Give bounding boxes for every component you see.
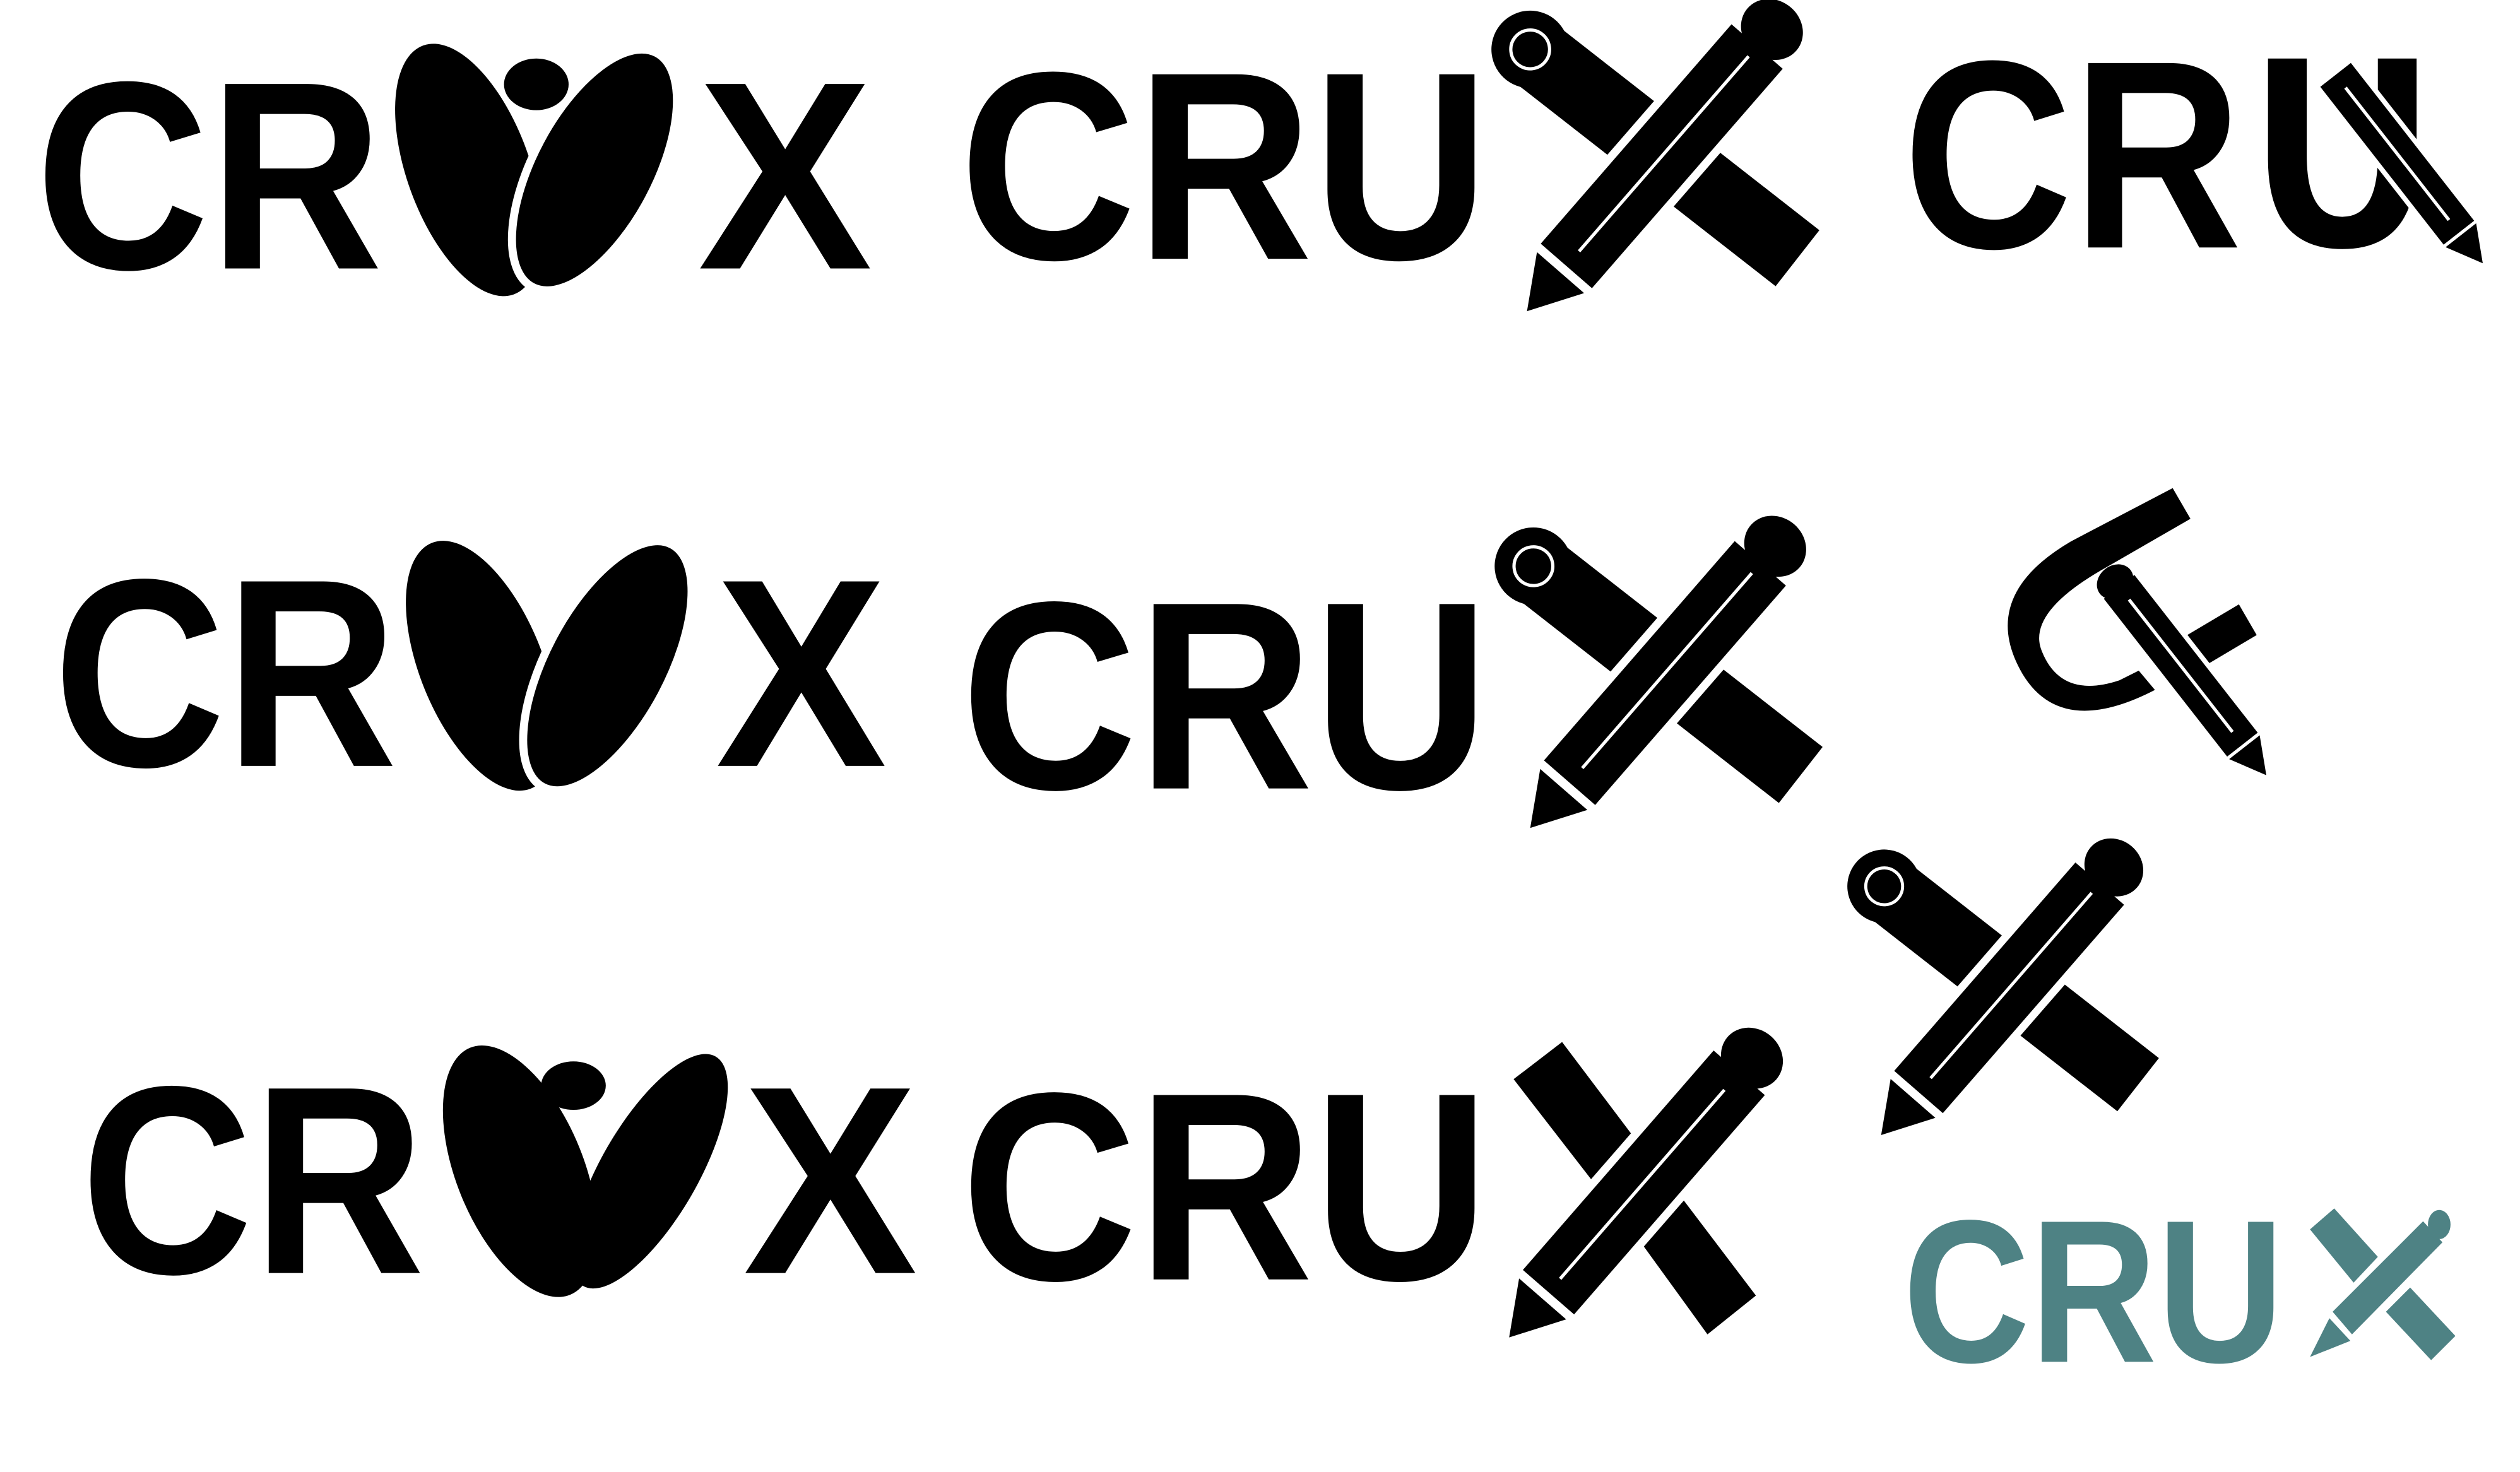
logo-letters-cru: CRU xyxy=(959,16,1489,316)
logo-letters-cru: CRU xyxy=(961,546,1489,846)
teal-pencil-x-icon xyxy=(2310,1208,2456,1360)
logo-letter-x: X xyxy=(743,1031,918,1331)
logo-teal-wordmark: CRU xyxy=(1903,1178,2456,1405)
logo-letters-cr: CR xyxy=(81,1031,425,1331)
logo-pencil-bars: CRU xyxy=(961,1027,1784,1345)
logo-letter-x: X xyxy=(716,524,888,823)
u-pencil-icon xyxy=(2268,54,2483,264)
pencil-bars-x-icon xyxy=(1503,1027,1784,1345)
logo-rough-pencil-scroll xyxy=(1833,820,2162,1164)
logo-leaves-open: CR X xyxy=(81,1031,919,1331)
logo-letters-cr: CR xyxy=(35,26,382,326)
logo-pencil-scroll-large: CRU xyxy=(961,497,1826,859)
pencil-scroll-x-icon xyxy=(1476,0,1823,342)
logo-pencil-scroll: CRU xyxy=(959,0,1823,342)
logo-letters-cru: CRU xyxy=(961,1037,1489,1337)
logo-letters-cr: CR xyxy=(53,524,397,823)
leaves-icon xyxy=(435,1037,728,1305)
logo-sheet: CR X CRU CR CR X CRU CR X CRU CRU xyxy=(35,0,2483,1405)
logo-g-pencil-mark xyxy=(2008,488,2267,775)
pencil-scroll-x-icon xyxy=(1479,497,1826,859)
pencil-icon xyxy=(2096,564,2267,775)
logo-letters-cru: CRU xyxy=(1903,1178,2284,1405)
leaf-heart-icon xyxy=(395,44,682,297)
rough-pencil-scroll-x-icon xyxy=(1833,820,2162,1164)
logo-pencil-in-u: CR xyxy=(1903,5,2483,305)
logo-letters-cr: CR xyxy=(1903,5,2242,305)
logo-leaves-large: CR X xyxy=(53,524,888,823)
leaves-icon xyxy=(406,537,696,795)
logo-heart-leaves: CR X xyxy=(35,26,873,326)
logo-letter-x: X xyxy=(698,26,873,326)
